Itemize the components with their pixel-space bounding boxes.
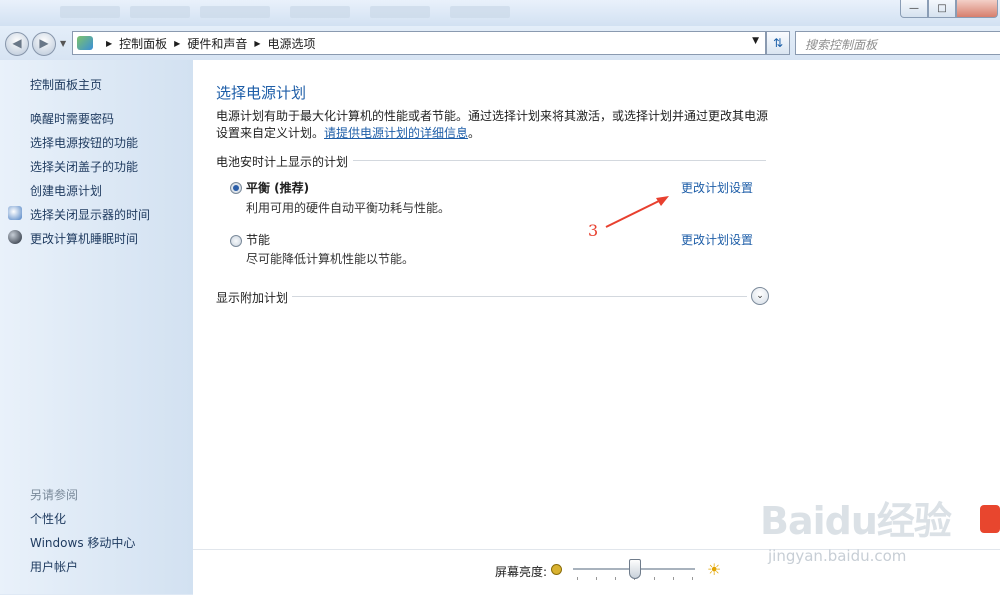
- window-controls: — □: [900, 0, 998, 18]
- see-also-heading: 另请参阅: [30, 488, 79, 502]
- navigation-bar: ◀ ▶ ▼ ▶ 控制面板 ▶ 硬件和声音 ▶ 电源选项 ▼ ⇅ 搜索控制面板: [0, 26, 1000, 60]
- baidu-watermark: Baidu经验 jingyan.baidu.com: [760, 490, 952, 565]
- description-end: 。: [468, 126, 481, 140]
- sidebar-item-power-button[interactable]: 选择电源按钮的功能: [30, 134, 138, 151]
- power-plan-info-link[interactable]: 请提供电源计划的详细信息: [324, 126, 468, 140]
- see-also-user-accounts[interactable]: 用户帐户: [30, 558, 78, 575]
- bright-sun-icon: ☀: [707, 560, 722, 579]
- dim-brightness-icon: [551, 564, 562, 575]
- section-divider: [292, 296, 747, 297]
- control-panel-icon: [77, 36, 93, 50]
- power-saver-plan-desc: 尽可能降低计算机性能以节能。: [246, 252, 415, 266]
- forward-arrow-icon: ▶: [39, 36, 49, 50]
- sidebar-item-display-off[interactable]: 选择关闭显示器的时间: [30, 206, 150, 223]
- back-button[interactable]: ◀: [5, 32, 29, 56]
- maximize-button[interactable]: □: [928, 0, 956, 18]
- sidebar-item-wake-password[interactable]: 唤醒时需要密码: [30, 110, 114, 127]
- chevron-down-icon[interactable]: ⌄: [751, 287, 769, 305]
- refresh-button[interactable]: ⇅: [766, 31, 790, 55]
- annotation-number: 3: [588, 221, 599, 240]
- breadcrumb-item[interactable]: 控制面板: [119, 35, 167, 52]
- address-bar[interactable]: ▶ 控制面板 ▶ 硬件和声音 ▶ 电源选项 ▼: [72, 31, 766, 55]
- section-divider: [353, 160, 766, 161]
- minimize-button[interactable]: —: [900, 0, 928, 18]
- breadcrumb-item[interactable]: 电源选项: [268, 35, 316, 52]
- refresh-icon: ⇅: [772, 36, 784, 50]
- ghost-tab: [130, 6, 190, 18]
- power-saver-plan-radio[interactable]: [230, 235, 242, 247]
- chevron-right-icon[interactable]: ▶: [174, 39, 180, 48]
- ghost-tab: [60, 6, 120, 18]
- power-saver-plan-name[interactable]: 节能: [246, 231, 270, 248]
- page-title: 选择电源计划: [216, 84, 307, 102]
- balanced-plan-name[interactable]: 平衡 (推荐): [246, 179, 309, 196]
- forward-button[interactable]: ▶: [32, 32, 56, 56]
- page-description: 电源计划有助于最大化计算机的性能或者节能。通过选择计划来将其激活，或选择计划并通…: [216, 108, 776, 142]
- see-also-personalization[interactable]: 个性化: [30, 510, 66, 527]
- balanced-change-settings-link[interactable]: 更改计划设置: [681, 179, 753, 196]
- window-title-bar: — □: [0, 0, 1000, 26]
- history-dropdown-icon[interactable]: ▼: [60, 39, 66, 48]
- ghost-tab: [290, 6, 350, 18]
- task-pane: 控制面板主页 唤醒时需要密码 选择电源按钮的功能 选择关闭盖子的功能 创建电源计…: [0, 60, 193, 594]
- balanced-plan-desc: 利用可用的硬件自动平衡功耗与性能。: [246, 201, 451, 215]
- sidebar-item-lid-close[interactable]: 选择关闭盖子的功能: [30, 158, 138, 175]
- back-arrow-icon: ◀: [12, 36, 22, 50]
- watermark-url: jingyan.baidu.com: [768, 547, 907, 565]
- ghost-tab: [450, 6, 510, 18]
- chevron-right-icon[interactable]: ▶: [106, 39, 112, 48]
- search-input[interactable]: 搜索控制面板: [795, 31, 1000, 55]
- monitor-clock-icon: [8, 206, 22, 220]
- search-placeholder: 搜索控制面板: [805, 38, 878, 52]
- battery-plans-heading: 电池安时计上显示的计划: [216, 155, 349, 169]
- ghost-tab: [370, 6, 430, 18]
- power-saver-change-settings-link[interactable]: 更改计划设置: [681, 231, 753, 248]
- brightness-label: 屏幕亮度:: [495, 565, 548, 579]
- ghost-tab: [200, 6, 270, 18]
- chevron-right-icon[interactable]: ▶: [254, 39, 260, 48]
- balanced-plan-radio[interactable]: [230, 182, 242, 194]
- brightness-slider-thumb[interactable]: [629, 559, 641, 579]
- moon-sleep-icon: [8, 230, 22, 244]
- additional-plans-toggle[interactable]: 显示附加计划: [216, 289, 288, 306]
- sidebar-item-create-plan[interactable]: 创建电源计划: [30, 182, 102, 199]
- brand-logo-icon: [980, 505, 1000, 533]
- sidebar-item-sleep-time[interactable]: 更改计算机睡眠时间: [30, 230, 138, 247]
- address-dropdown-icon[interactable]: ▼: [752, 36, 759, 46]
- description-text: 电源计划有助于最大化计算机的性能或者节能。通过选择计划来将其激活，或选择计划并通…: [216, 109, 769, 140]
- sidebar-home-link[interactable]: 控制面板主页: [30, 76, 102, 93]
- close-button[interactable]: [956, 0, 998, 18]
- breadcrumb-item[interactable]: 硬件和声音: [187, 35, 247, 52]
- annotation-arrow-icon: [605, 196, 669, 228]
- see-also-mobility-center[interactable]: Windows 移动中心: [30, 534, 135, 551]
- watermark-logo-text: Baidu经验: [760, 499, 952, 543]
